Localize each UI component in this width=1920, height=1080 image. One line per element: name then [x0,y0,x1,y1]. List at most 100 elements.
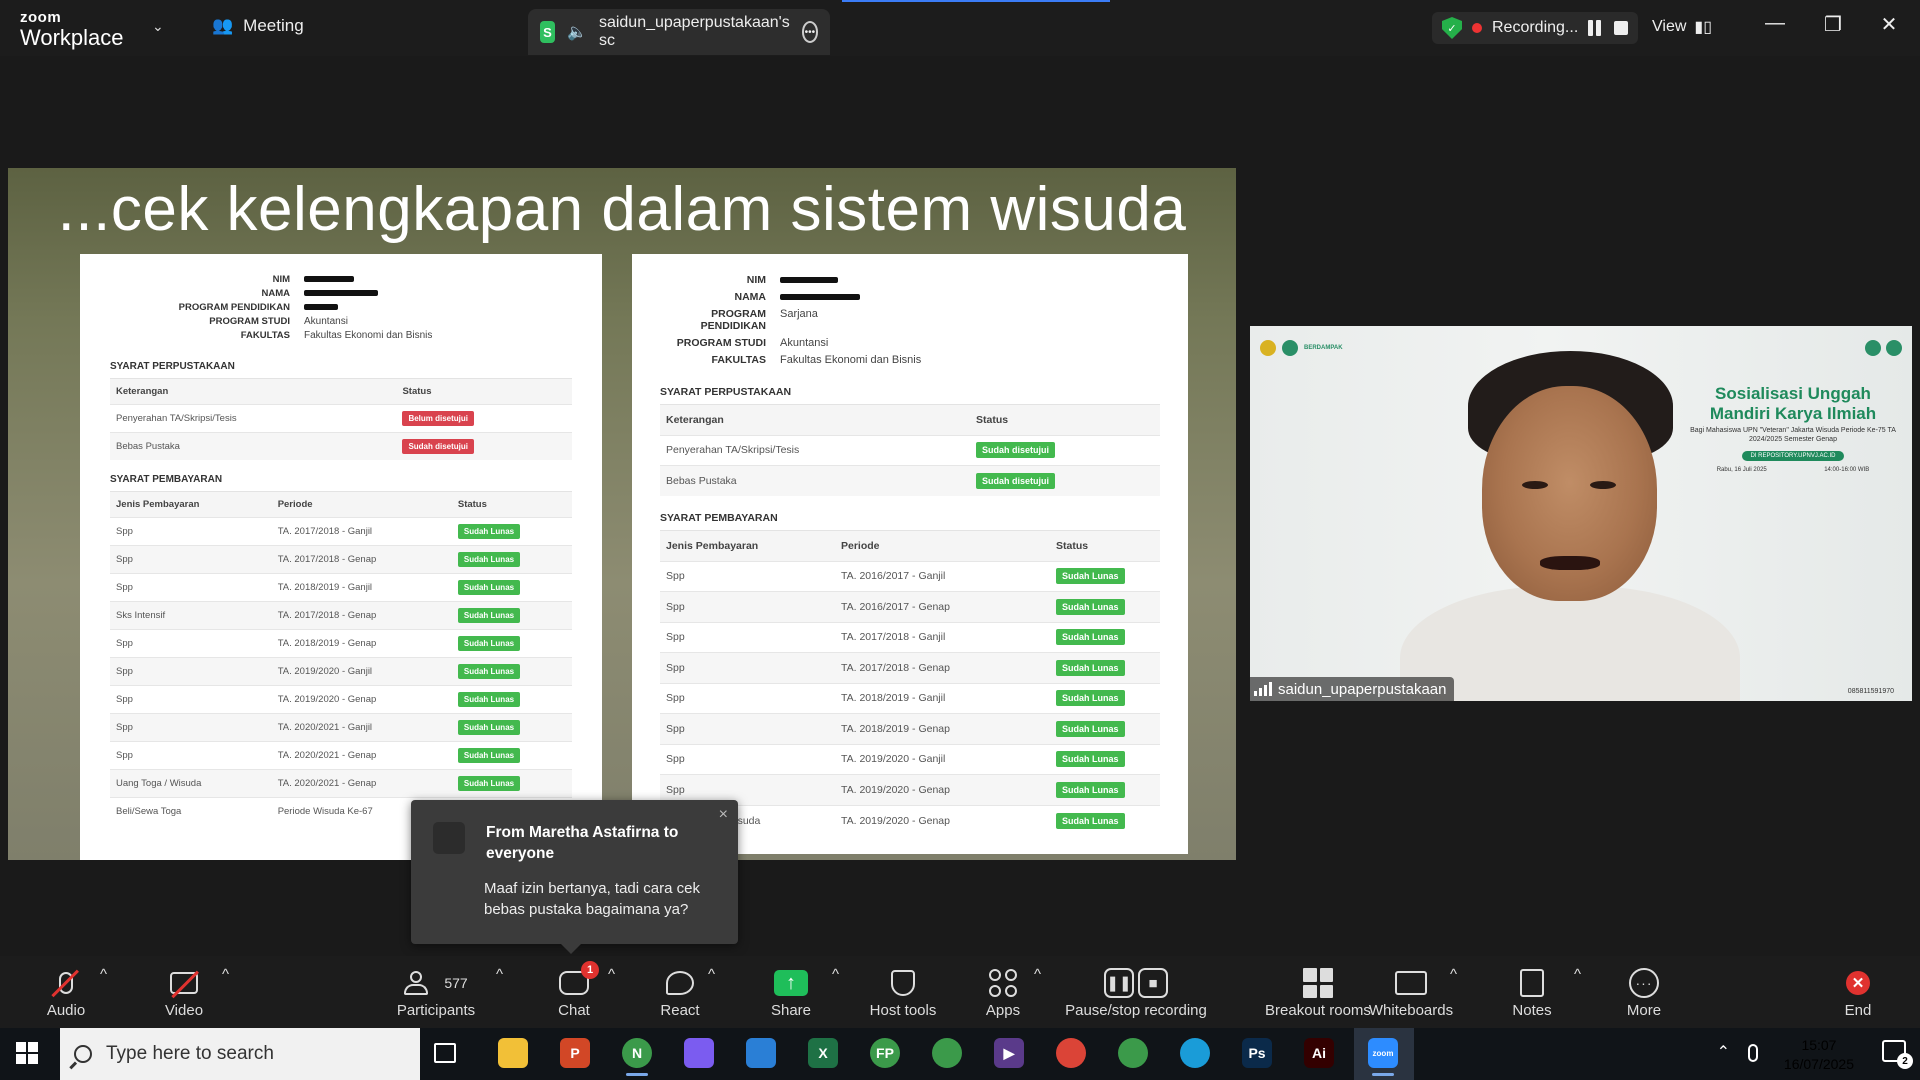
notes-button[interactable]: Notes [1506,966,1558,1019]
status-cell: Sudah Lunas [1050,713,1160,744]
edge-icon[interactable] [1180,1038,1210,1068]
table-row: Spp TA. 2019/2020 - Ganjil Sudah Lunas [660,743,1160,775]
table-row: Spp TA. 2018/2019 - Genap Sudah Lunas [660,713,1160,744]
file-explorer-icon[interactable] [498,1038,528,1068]
video-options-caret[interactable]: ^ [222,966,229,983]
notes-label: Notes [1512,1002,1552,1019]
powerpoint-icon[interactable]: P [560,1038,590,1068]
share-options-caret[interactable]: ^ [832,966,839,983]
status-badge: Sudah Lunas [1056,781,1125,798]
view-button[interactable]: View ▮▯ [1652,17,1712,37]
chrome-icon[interactable] [1056,1038,1086,1068]
participants-button[interactable]: 577 Participants [392,966,480,1019]
payment-type-cell: Spp [110,517,272,546]
column-header: Status [451,491,572,518]
illustrator-icon[interactable]: Ai [1304,1038,1334,1068]
status-badge: Sudah Lunas [1056,720,1125,737]
microsoft-store-icon[interactable] [746,1038,776,1068]
photoshop-icon[interactable]: Ps [1242,1038,1272,1068]
chevron-down-icon[interactable]: ⌄ [152,18,164,35]
zoom-workplace-logo[interactable]: zoom Workplace [20,10,124,49]
screen-share-tab[interactable]: S 🔈 saidun_upaperpustakaan's sc ••• [528,9,830,55]
apps-button[interactable]: Apps [976,966,1030,1019]
status-badge: Sudah Lunas [1056,629,1125,646]
react-options-caret[interactable]: ^ [708,966,715,983]
apps-options-caret[interactable]: ^ [1034,966,1041,983]
library-requirements-title: SYARAT PERPUSTAKAAN [660,386,792,398]
taskbar-search[interactable]: Type here to search [60,1028,420,1080]
banner-date: Rabu, 16 Juli 2025 [1716,467,1767,473]
zoom-taskbar-icon[interactable]: zoom [1368,1038,1398,1076]
chat-options-caret[interactable]: ^ [608,966,615,983]
whiteboards-options-caret[interactable]: ^ [1450,966,1457,983]
period-cell: TA. 2018/2019 - Genap [835,713,1050,744]
audio-label: Audio [46,1002,86,1019]
status-badge: Sudah Lunas [1056,568,1125,585]
status-cell: Sudah Lunas [1050,621,1160,653]
status-cell: Sudah Lunas [451,629,572,658]
more-options-icon[interactable]: ••• [801,21,818,43]
participant-video-tile[interactable]: BERDAMPAK Sosialisasi Unggah Mandiri Kar… [1250,326,1912,701]
minimize-icon[interactable]: — [1760,12,1790,35]
copilot-icon[interactable] [684,1038,714,1068]
chrome-profile-2-icon[interactable] [932,1038,962,1068]
apps-label: Apps [985,1002,1021,1019]
chrome-profile-3-icon[interactable] [1118,1038,1148,1068]
meeting-toolbar: Audio ^ Video ^ 577 Participants ^ 1 Cha… [0,956,1920,1028]
table-row: Spp TA. 2020/2021 - Genap Sudah Lunas [110,741,572,770]
task-view-icon[interactable] [434,1043,456,1063]
period-cell: TA. 2019/2020 - Ganjil [271,657,452,686]
react-button[interactable]: React [654,966,706,1019]
requirement-cell: Bebas Pustaka [660,465,970,496]
chat-notification[interactable]: From Maretha Astafirna to everyone × Maa… [411,800,738,954]
notification-center-icon[interactable]: 2 [1882,1040,1913,1069]
status-badge: Sudah Lunas [457,664,521,679]
audio-options-caret[interactable]: ^ [100,966,107,983]
share-button[interactable]: ↑ Share [764,966,818,1019]
audio-button[interactable]: Audio [40,966,92,1019]
whiteboards-button[interactable]: Whiteboards [1366,966,1456,1019]
participants-options-caret[interactable]: ^ [496,966,503,983]
pause-recording-icon[interactable] [1588,20,1604,36]
close-icon[interactable]: × [719,806,728,824]
redacted-value [304,290,378,297]
banner-sub: Bagi Mahasiswa UPN "Veteran" Jakarta Wis… [1690,427,1896,443]
meeting-tab[interactable]: 👥 Meeting [212,16,304,36]
more-button[interactable]: ··· More [1618,966,1670,1019]
taskbar-clock[interactable]: 15:07 16/07/2025 [1784,1036,1854,1074]
payment-type-cell: Spp [110,685,272,714]
windows-start-icon[interactable] [16,1042,38,1064]
stop-recording-icon[interactable] [1614,21,1629,35]
notes-options-caret[interactable]: ^ [1574,966,1581,983]
pause-stop-recording-button[interactable]: ❚❚ ■ Pause/stop recording [1062,966,1210,1019]
participant-name: saidun_upaperpustakaan [1278,680,1447,698]
close-icon[interactable]: ✕ [1874,12,1904,37]
chrome-profile-icon[interactable]: N [622,1038,652,1076]
table-row: Penyerahan TA/Skripsi/Tesis Sudah disetuj… [660,434,1160,466]
share-tab-label: saidun_upaperpustakaan's sc [598,14,790,49]
field-value: Akuntansi [780,337,829,349]
restore-icon[interactable]: ❐ [1818,12,1848,37]
excel-icon[interactable]: X [808,1038,838,1068]
breakout-rooms-button[interactable]: Breakout rooms [1262,966,1374,1019]
clock-time: 15:07 [1801,1037,1837,1053]
encryption-shield-icon[interactable]: ✓ [1442,17,1462,39]
requirement-cell: Penyerahan TA/Skripsi/Tesis [110,404,397,433]
recording-indicator: ✓ Recording... [1432,12,1639,44]
host-tools-button[interactable]: Host tools [866,966,940,1019]
status-cell: Sudah disetujui [970,434,1160,466]
table-row: Spp TA. 2019/2020 - Genap Sudah Lunas [110,685,572,714]
microphone-in-use-icon[interactable] [1748,1044,1758,1062]
table-row: Spp TA. 2020/2021 - Ganjil Sudah Lunas [110,713,572,742]
participants-count: 577 [444,975,468,991]
brand-zoom-text: zoom [20,9,62,26]
chrome-profile-fp-icon[interactable]: FP [870,1038,900,1068]
media-player-icon[interactable]: ▶ [994,1038,1024,1068]
status-badge: Sudah Lunas [1056,598,1125,615]
show-hidden-icons-icon[interactable]: ⌃ [1717,1042,1730,1062]
notification-count: 2 [1897,1053,1913,1069]
status-cell: Sudah Lunas [1050,682,1160,714]
chat-button[interactable]: 1 Chat [548,961,600,1019]
video-button[interactable]: Video [158,966,210,1019]
end-button[interactable]: ✕ End [1830,966,1886,1019]
